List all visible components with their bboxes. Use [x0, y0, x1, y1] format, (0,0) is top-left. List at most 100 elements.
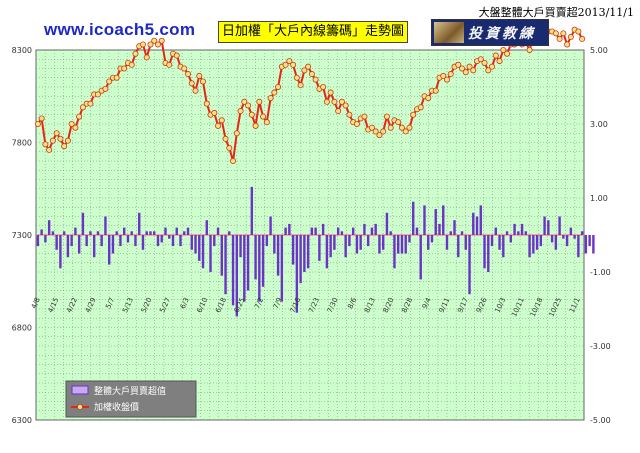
bar: [333, 235, 336, 250]
bar: [201, 235, 205, 269]
price-point: [173, 52, 180, 59]
bar: [351, 227, 355, 235]
price-point: [38, 115, 45, 122]
price-point: [335, 108, 342, 115]
bar: [427, 235, 430, 250]
price-point: [181, 65, 188, 72]
price-point: [87, 100, 94, 107]
price-point: [263, 119, 270, 126]
price-point: [320, 84, 327, 91]
bar: [535, 235, 539, 250]
bar: [239, 235, 242, 258]
price-point: [297, 82, 304, 89]
price-point: [271, 89, 278, 96]
price-point: [492, 52, 499, 59]
bar: [434, 209, 437, 235]
bar: [228, 231, 231, 235]
bar: [554, 235, 558, 250]
bar: [66, 235, 70, 258]
bar: [216, 227, 220, 235]
bar: [502, 235, 505, 258]
price-point: [211, 109, 218, 116]
price-point: [188, 80, 195, 87]
right-tick-label: -1.00: [590, 268, 611, 277]
bar: [314, 227, 317, 235]
corner-caption: 大盤整體大戶買賣超2013/11/1: [478, 6, 634, 19]
price-point: [380, 128, 387, 135]
price-point: [361, 113, 368, 120]
right-tick-label: 5.00: [590, 46, 608, 55]
bar: [490, 235, 494, 247]
price-point: [504, 50, 511, 57]
legend: 整體大戶買賣超值加權收盤價: [65, 380, 197, 418]
bar: [51, 231, 55, 235]
bar: [423, 205, 426, 235]
legend-bar-label: 整體大戶買賣超值: [94, 385, 166, 397]
site-url[interactable]: www.icoach5.com: [44, 20, 195, 40]
bar: [359, 235, 362, 250]
bar: [96, 231, 100, 235]
bar: [397, 235, 400, 254]
bar: [547, 220, 550, 235]
bar: [194, 235, 197, 254]
bar: [404, 235, 407, 254]
bar: [92, 235, 96, 258]
bar: [273, 235, 276, 254]
bar: [321, 223, 325, 235]
bar: [438, 223, 441, 235]
bar: [134, 235, 137, 247]
price-point: [252, 122, 259, 129]
bar: [107, 235, 111, 265]
bar: [468, 235, 471, 295]
left-tick-label: 6300: [12, 416, 32, 425]
price-point: [432, 87, 439, 94]
bar: [145, 231, 148, 235]
bar: [261, 235, 265, 287]
price-point: [49, 137, 56, 144]
bar: [449, 231, 452, 235]
bar: [141, 235, 145, 250]
logo-image-icon: [434, 22, 464, 43]
price-point: [293, 74, 300, 81]
legend-bar-swatch: [71, 385, 89, 395]
price-point: [42, 141, 49, 148]
price-point: [290, 61, 297, 68]
price-point: [552, 30, 559, 37]
right-tick-label: 3.00: [590, 120, 608, 129]
bar: [198, 235, 201, 261]
bar: [430, 235, 434, 243]
price-point: [102, 85, 109, 92]
bar: [258, 235, 261, 302]
bar: [47, 220, 51, 235]
bar: [115, 231, 118, 235]
bar: [213, 235, 216, 247]
right-tick-label: 1.00: [590, 194, 608, 203]
price-point: [323, 98, 330, 105]
bar: [363, 223, 366, 235]
bar: [220, 235, 223, 276]
price-point: [387, 124, 394, 131]
bar: [475, 216, 479, 235]
bar: [487, 235, 490, 272]
left-tick-label: 6800: [12, 324, 32, 333]
price-point: [248, 111, 255, 118]
bar: [306, 235, 310, 269]
bar: [291, 235, 295, 265]
price-point: [226, 145, 233, 152]
bar: [171, 235, 175, 247]
bar: [77, 235, 81, 254]
price-point: [53, 130, 60, 137]
bar: [483, 235, 486, 269]
bar: [562, 235, 565, 239]
price-point: [196, 72, 203, 79]
chart-canvas: 6300 6800 7300 7800 8300 5.00 3.00 1.00 -1.00 -3.…: [12, 26, 611, 425]
bar: [179, 235, 182, 247]
bar: [415, 227, 419, 235]
bar: [205, 220, 208, 235]
bar: [299, 235, 302, 284]
bar: [419, 235, 422, 280]
price-point: [222, 135, 229, 142]
price-point: [489, 63, 496, 70]
bar: [100, 235, 103, 247]
bar: [153, 231, 156, 235]
